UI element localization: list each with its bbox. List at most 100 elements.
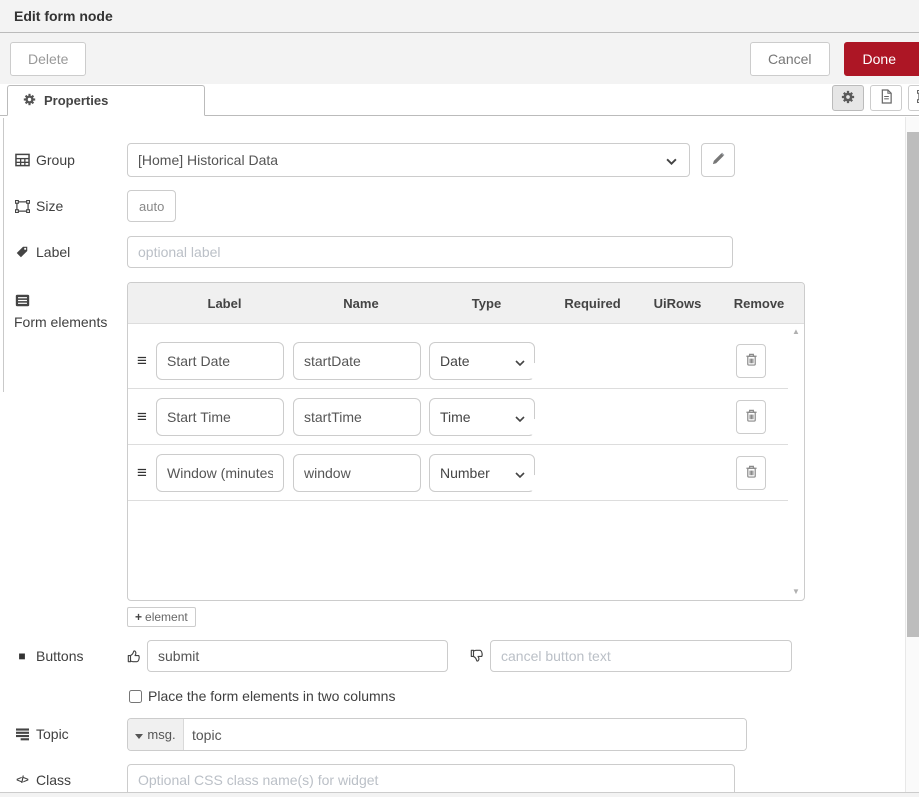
element-type-select[interactable]: Number (429, 454, 535, 492)
element-type-value: Number (440, 465, 490, 481)
dialog-footer-edge (0, 792, 919, 797)
done-button[interactable]: Done (844, 42, 919, 76)
cancel-button[interactable]: Cancel (750, 42, 830, 76)
form-elements-label-wrap: Form elements (14, 282, 114, 331)
chevron-down-icon (666, 152, 677, 168)
element-label-input[interactable] (156, 454, 284, 492)
element-remove-cell (714, 344, 788, 378)
pencil-icon (711, 151, 726, 169)
column-name: Name (293, 296, 429, 311)
chevron-down-icon (515, 409, 525, 425)
code-icon: </> (14, 774, 30, 787)
add-element-row: + element (127, 607, 905, 627)
tasks-icon (14, 728, 30, 741)
element-name-cell (293, 454, 429, 492)
topic-typed-input: msg. (127, 718, 747, 751)
topic-input[interactable] (184, 719, 746, 750)
two-columns-checkbox[interactable] (129, 690, 142, 703)
table-icon (14, 153, 30, 167)
remove-element-button[interactable] (736, 456, 766, 490)
gear-icon (23, 93, 36, 109)
add-element-button[interactable]: + element (127, 607, 196, 627)
tab-properties[interactable]: Properties (7, 85, 205, 116)
dialog-header: Edit form node (0, 0, 919, 33)
background-panel-edge (3, 118, 4, 392)
element-name-input[interactable] (293, 342, 421, 380)
element-label-cell (156, 398, 293, 436)
buttons-label-wrap: ■ Buttons (14, 647, 127, 665)
tab-properties-label: Properties (44, 93, 108, 108)
form-elements-header: Label Name Type Required UiRows Remove (128, 283, 804, 324)
edit-group-button[interactable] (701, 143, 735, 177)
label-row: Label (14, 236, 905, 268)
buttons-label: Buttons (36, 647, 83, 665)
size-auto-button[interactable]: auto (127, 190, 176, 222)
trash-icon (745, 464, 758, 482)
label-input[interactable] (127, 236, 733, 268)
buttons-row: ■ Buttons (14, 640, 905, 672)
editor-view-buttons (832, 85, 919, 111)
two-columns-row: Place the form elements in two columns (129, 688, 905, 704)
column-label: Label (156, 296, 293, 311)
group-row: Group [Home] Historical Data (14, 143, 905, 177)
topic-label-wrap: Topic (14, 725, 127, 743)
description-view-button[interactable] (870, 85, 902, 111)
page-scrollbar[interactable] (905, 117, 919, 792)
trash-icon (745, 408, 758, 426)
remove-element-button[interactable] (736, 400, 766, 434)
size-row: Size auto (14, 190, 905, 222)
form-element-row: ≡ Time (128, 389, 788, 445)
column-uirows: UiRows (641, 296, 714, 311)
label-label-wrap: Label (14, 243, 127, 261)
tab-bar: Properties (0, 84, 919, 116)
topic-type-select[interactable]: msg. (128, 719, 184, 750)
appearance-view-button[interactable] (908, 85, 919, 111)
element-remove-cell (714, 456, 788, 490)
topic-label: Topic (36, 725, 69, 743)
element-name-input[interactable] (293, 454, 421, 492)
cancel-button-text-input[interactable] (490, 640, 792, 672)
tag-icon (14, 245, 30, 259)
scroll-up-icon[interactable]: ▲ (792, 328, 800, 336)
properties-view-button[interactable] (832, 85, 864, 111)
square-icon: ■ (14, 650, 30, 662)
element-name-cell (293, 398, 429, 436)
column-remove: Remove (714, 296, 804, 311)
scroll-down-icon[interactable]: ▼ (792, 588, 800, 596)
element-name-input[interactable] (293, 398, 421, 436)
submit-button-text-input[interactable] (147, 640, 448, 672)
form-elements-body: ≡ Date (128, 324, 804, 600)
topic-prefix-label: msg. (147, 727, 175, 742)
element-label-cell (156, 342, 293, 380)
label-label: Label (36, 243, 70, 261)
column-type: Type (429, 296, 544, 311)
element-type-value: Date (440, 353, 470, 369)
size-label-wrap: Size (14, 197, 127, 215)
form-elements-row: Form elements Label Name Type Required U… (14, 282, 905, 601)
form-elements-body-rows: ≡ Date (128, 333, 788, 501)
add-element-label: element (145, 610, 188, 624)
table-scrollbar[interactable]: ▲ ▼ (790, 328, 802, 596)
remove-element-button[interactable] (736, 344, 766, 378)
drag-handle[interactable]: ≡ (128, 352, 156, 369)
dialog-title: Edit form node (14, 8, 113, 24)
page-scrollbar-thumb[interactable] (907, 132, 919, 637)
object-group-icon (14, 200, 30, 213)
toggle-knob (526, 363, 542, 379)
delete-button[interactable]: Delete (10, 42, 86, 76)
form-element-row: ≡ Number (128, 445, 788, 501)
thumbs-up-icon (127, 649, 141, 663)
element-label-input[interactable] (156, 342, 284, 380)
list-alt-icon (14, 294, 30, 307)
element-label-input[interactable] (156, 398, 284, 436)
element-type-select[interactable]: Time (429, 398, 535, 436)
drag-handle[interactable]: ≡ (128, 464, 156, 481)
thumbs-down-icon (470, 649, 484, 663)
dialog-action-bar: Delete Cancel Done (0, 33, 919, 84)
group-select[interactable]: [Home] Historical Data (127, 143, 690, 177)
element-type-select[interactable]: Date (429, 342, 535, 380)
properties-panel: Group [Home] Historical Data (0, 117, 905, 792)
drag-handle[interactable]: ≡ (128, 408, 156, 425)
element-remove-cell (714, 400, 788, 434)
form-elements-label: Form elements (14, 313, 107, 331)
